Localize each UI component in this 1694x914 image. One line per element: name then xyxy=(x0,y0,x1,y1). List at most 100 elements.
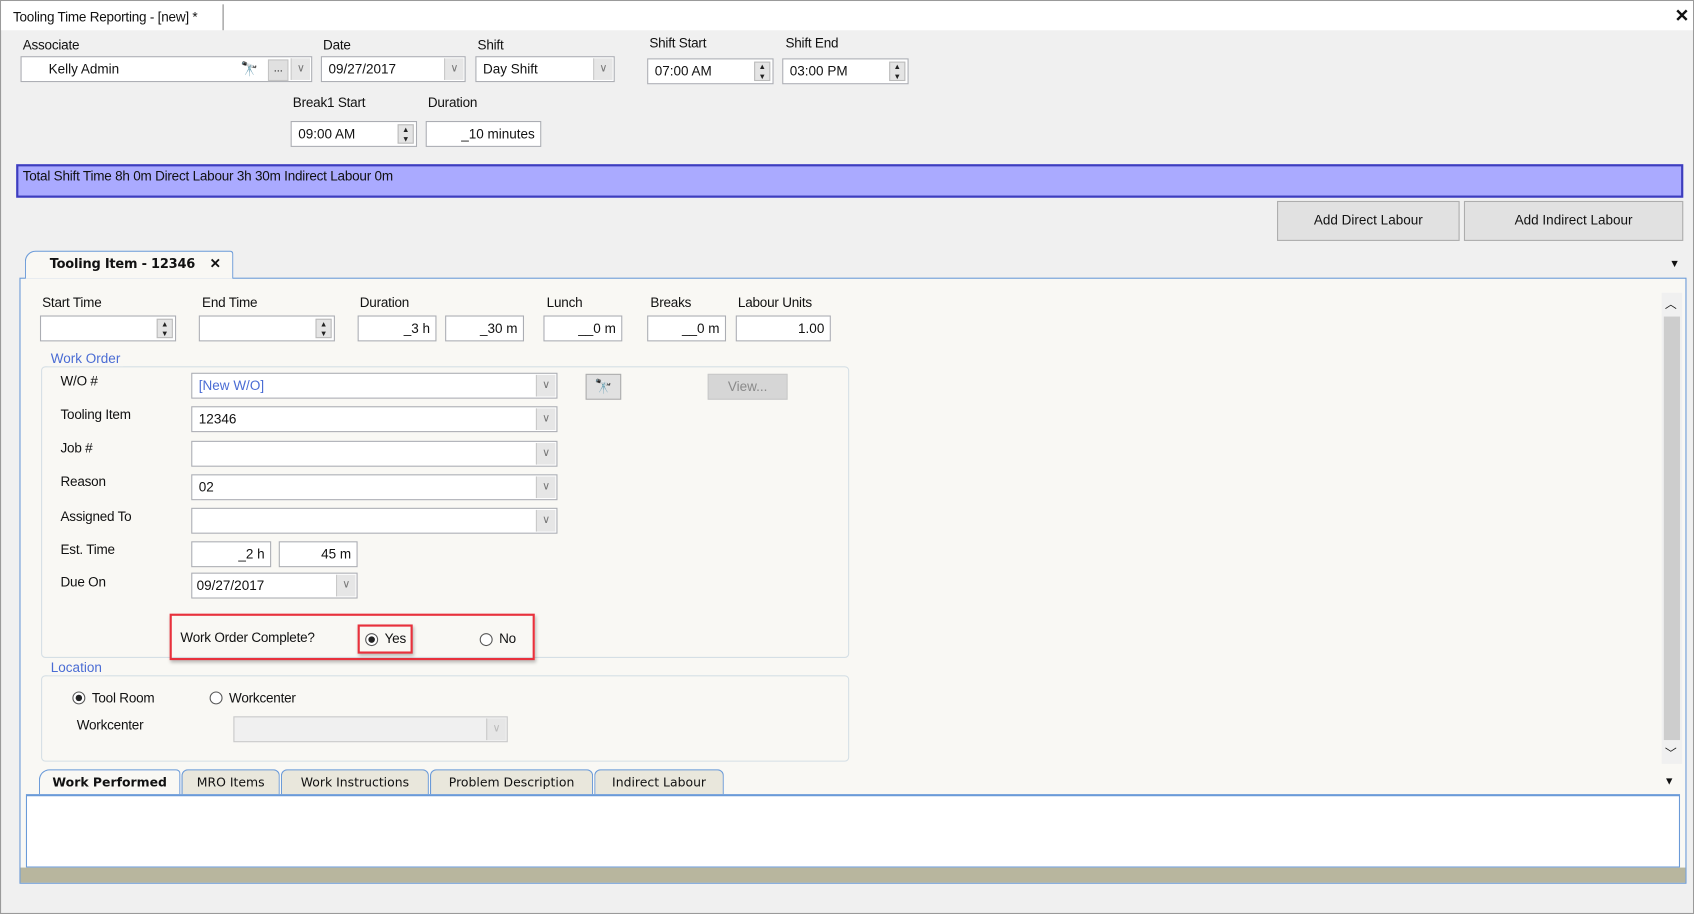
duration-minutes-field[interactable]: _30 m xyxy=(445,315,524,342)
view-button[interactable]: View... xyxy=(707,373,788,400)
workcenter-label: Workcenter xyxy=(76,717,144,733)
spinner-icon[interactable]: ▲ ▼ xyxy=(156,318,173,339)
lunch-field[interactable]: __0 m xyxy=(543,315,623,342)
duration-hours-field[interactable]: _3 h xyxy=(357,315,437,342)
shift-end-value: 03:00 PM xyxy=(789,63,848,79)
tab-mro-items[interactable]: MRO Items xyxy=(181,769,280,796)
wo-label: W/O # xyxy=(60,373,98,389)
document-tab-title: Tooling Time Reporting - [new] * xyxy=(12,9,198,25)
chevron-down-icon[interactable]: ∨ xyxy=(535,408,556,430)
title-strip xyxy=(1,1,1693,31)
reason-value: 02 xyxy=(198,479,214,495)
shift-select[interactable]: Day Shift ∨ xyxy=(475,56,615,83)
shift-start-label: Shift Start xyxy=(649,35,707,51)
spinner-icon[interactable]: ▲ ▼ xyxy=(754,61,771,82)
close-icon[interactable]: ✕ xyxy=(1675,5,1690,27)
tab-work-instructions[interactable]: Work Instructions xyxy=(280,769,429,796)
work-order-complete-label: Work Order Complete? xyxy=(180,629,315,645)
lunch-label: Lunch xyxy=(546,294,583,311)
break1-start-field[interactable]: 09:00 AM ▲ ▼ xyxy=(290,121,418,147)
tab-list-dropdown-icon[interactable]: ▼ xyxy=(1669,258,1680,270)
break1-start-label: Break1 Start xyxy=(292,95,366,111)
tooling-time-reporting-window: Tooling Time Reporting - [new] * ✕ Assoc… xyxy=(0,0,1694,914)
chevron-down-icon[interactable]: ∨ xyxy=(290,58,311,80)
tooling-item-select[interactable]: 12346 ∨ xyxy=(191,406,558,433)
breaks-value: __0 m xyxy=(682,320,720,337)
reason-select[interactable]: 02 ∨ xyxy=(191,474,558,501)
chevron-down-icon[interactable]: ∨ xyxy=(535,442,556,465)
vertical-scrollbar[interactable]: ︿ ﹀ xyxy=(1661,292,1683,764)
chevron-down-icon[interactable]: ∨ xyxy=(535,476,556,499)
location-legend: Location xyxy=(47,660,106,676)
tool-room-radio[interactable] xyxy=(72,691,86,705)
workcenter-option-label: Workcenter xyxy=(229,690,296,706)
end-time-field[interactable]: ▲ ▼ xyxy=(198,315,335,342)
chevron-down-icon[interactable]: ∨ xyxy=(593,58,613,80)
wo-select[interactable]: [New W/O] ∨ xyxy=(191,372,558,399)
labour-units-field[interactable]: 1.00 xyxy=(735,315,831,342)
complete-yes-radio[interactable] xyxy=(365,633,379,647)
est-time-hours-field[interactable]: _2 h xyxy=(191,541,272,568)
tooling-item-value: 12346 xyxy=(198,411,237,427)
associate-value: Kelly Admin xyxy=(48,61,120,77)
scrollbar-thumb[interactable] xyxy=(1663,316,1681,741)
chevron-down-icon[interactable]: ∨ xyxy=(535,509,556,532)
reason-label: Reason xyxy=(60,474,106,490)
est-time-minutes-field[interactable]: 45 m xyxy=(278,541,358,568)
add-indirect-labour-button[interactable]: Add Indirect Labour xyxy=(1463,200,1684,241)
chevron-down-icon[interactable]: ∨ xyxy=(444,58,464,80)
tab-tooling-item-label: Tooling Item - 12346 xyxy=(49,256,196,272)
spinner-icon[interactable]: ▲ ▼ xyxy=(889,61,906,82)
spinner-icon[interactable]: ▲ ▼ xyxy=(397,124,414,144)
scroll-down-icon[interactable]: ﹀ xyxy=(1665,744,1677,761)
bottom-tab-list-dropdown-icon[interactable]: ▼ xyxy=(1664,776,1675,788)
associate-field[interactable]: Kelly Admin 🔭 ... ∨ xyxy=(20,56,313,83)
work-order-legend: Work Order xyxy=(47,351,124,367)
wo-value: [New W/O] xyxy=(198,378,265,394)
chevron-down-icon[interactable]: ∨ xyxy=(535,374,556,397)
workcenter-select[interactable]: ∨ xyxy=(233,716,508,743)
est-time-label: Est. Time xyxy=(60,542,116,558)
complete-yes-label: Yes xyxy=(384,630,407,647)
add-direct-labour-button[interactable]: Add Direct Labour xyxy=(1277,200,1460,241)
shift-start-field[interactable]: 07:00 AM ▲ ▼ xyxy=(647,58,774,85)
break-duration-field[interactable]: _10 minutes xyxy=(425,121,542,147)
tab-tooling-item[interactable]: Tooling Item - 12346 ✕ xyxy=(24,250,234,279)
tab-indirect-labour[interactable]: Indirect Labour xyxy=(594,769,724,796)
shift-end-field[interactable]: 03:00 PM ▲ ▼ xyxy=(782,58,909,85)
tab-work-performed[interactable]: Work Performed xyxy=(38,769,181,796)
chevron-down-icon[interactable]: ∨ xyxy=(336,574,356,597)
shift-start-value: 07:00 AM xyxy=(654,63,712,79)
assigned-to-select[interactable]: ∨ xyxy=(191,507,558,534)
due-on-label: Due On xyxy=(60,574,106,590)
complete-no-radio[interactable] xyxy=(479,633,493,647)
browse-button[interactable]: ... xyxy=(267,59,289,82)
workcenter-radio[interactable] xyxy=(209,691,223,705)
labour-units-value: 1.00 xyxy=(798,320,825,337)
date-field[interactable]: 09/27/2017 ∨ xyxy=(320,56,466,83)
breaks-field[interactable]: __0 m xyxy=(647,315,727,342)
tab-problem-description[interactable]: Problem Description xyxy=(429,769,594,796)
duration-minutes-value: _30 m xyxy=(479,320,518,337)
shift-label: Shift xyxy=(477,37,504,53)
est-time-minutes-value: 45 m xyxy=(321,546,352,562)
start-time-field[interactable]: ▲ ▼ xyxy=(39,315,177,342)
scroll-up-icon[interactable]: ︿ xyxy=(1665,295,1677,312)
chevron-down-icon[interactable]: ∨ xyxy=(486,718,506,741)
tooling-item-label: Tooling Item xyxy=(60,407,131,423)
tool-room-label: Tool Room xyxy=(91,690,155,706)
wo-search-button[interactable]: 🔭 xyxy=(585,373,622,400)
duration-hours-value: _3 h xyxy=(403,320,430,337)
associate-label: Associate xyxy=(22,37,80,53)
duration-label: Duration xyxy=(359,294,410,311)
due-on-field[interactable]: 09/27/2017 ∨ xyxy=(191,572,358,599)
due-on-value: 09/27/2017 xyxy=(196,578,265,594)
shift-value: Day Shift xyxy=(482,61,538,77)
spinner-icon[interactable]: ▲ ▼ xyxy=(315,318,332,339)
job-select[interactable]: ∨ xyxy=(191,440,558,467)
binoculars-icon[interactable]: 🔭 xyxy=(241,61,258,78)
end-time-label: End Time xyxy=(202,294,258,311)
work-performed-textarea[interactable] xyxy=(25,794,1681,868)
document-tab[interactable]: Tooling Time Reporting - [new] * xyxy=(4,4,224,31)
close-tab-icon[interactable]: ✕ xyxy=(210,255,221,271)
